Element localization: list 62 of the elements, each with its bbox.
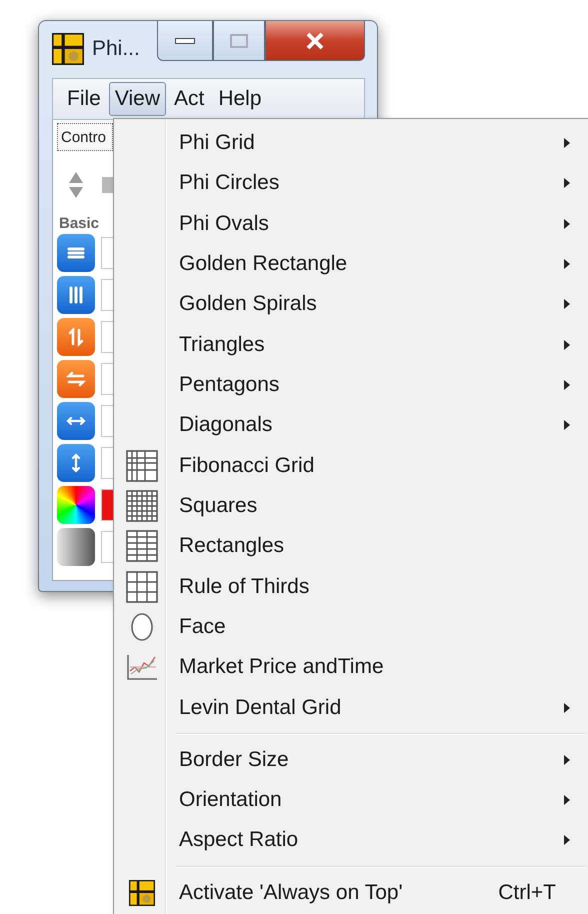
menu-item[interactable]: Face bbox=[116, 606, 588, 648]
menu-item[interactable]: Phi Ovals bbox=[116, 204, 588, 244]
submenu-arrow-icon bbox=[564, 138, 570, 148]
menu-item[interactable]: Aspect Ratio bbox=[116, 820, 588, 861]
menu-title[interactable]: Act bbox=[168, 82, 210, 116]
minimize-icon bbox=[175, 38, 195, 44]
window-title: Phi... bbox=[92, 37, 140, 61]
close-icon bbox=[305, 32, 325, 50]
grid-icon bbox=[126, 530, 158, 562]
submenu-arrow-icon bbox=[564, 218, 570, 229]
menu-item[interactable]: Rule of Thirds bbox=[116, 566, 588, 607]
vertical-arrows-icon[interactable] bbox=[57, 318, 95, 356]
menu-item[interactable]: Golden Rectangle bbox=[116, 244, 588, 284]
maximize-icon bbox=[230, 34, 248, 48]
submenu-arrow-icon bbox=[564, 420, 570, 430]
menu-item[interactable]: Diagonals bbox=[116, 405, 588, 446]
menu-item[interactable]: Border Size bbox=[116, 740, 588, 780]
head-icon bbox=[129, 612, 155, 642]
vertical-resize-icon[interactable] bbox=[57, 444, 95, 482]
submenu-arrow-icon bbox=[564, 380, 570, 390]
section-label: Basic bbox=[59, 215, 100, 232]
fibonacci-grid-icon bbox=[126, 450, 158, 482]
thirds-grid-icon bbox=[126, 570, 158, 603]
grid-icon bbox=[126, 490, 158, 522]
menu-item[interactable]: Orientation bbox=[116, 780, 588, 820]
submenu-arrow-icon bbox=[564, 795, 570, 806]
app-icon bbox=[52, 33, 84, 65]
menu-item[interactable]: Phi Circles bbox=[116, 163, 588, 204]
menu-item[interactable]: Golden Spirals bbox=[116, 284, 588, 325]
menu-item[interactable]: Rectangles bbox=[116, 526, 588, 566]
submenu-arrow-icon bbox=[564, 835, 570, 846]
menu-item[interactable]: Phi Grid bbox=[116, 123, 588, 164]
menu-item[interactable]: Activate 'Always on Top' Ctrl+T bbox=[116, 872, 588, 913]
horizontal-resize-icon[interactable] bbox=[57, 402, 95, 440]
up-down-arrows-icon bbox=[68, 171, 84, 199]
menu-title[interactable]: View bbox=[108, 82, 166, 116]
columns-icon[interactable] bbox=[57, 276, 95, 314]
minimize-button[interactable] bbox=[157, 21, 213, 61]
submenu-arrow-icon bbox=[564, 299, 570, 310]
horizontal-arrows-icon[interactable] bbox=[57, 360, 95, 398]
submenu-arrow-icon bbox=[564, 754, 570, 765]
app-icon bbox=[129, 880, 155, 906]
menu-item[interactable]: Triangles bbox=[116, 324, 588, 365]
submenu-arrow-icon bbox=[564, 178, 570, 188]
color-wheel-icon[interactable] bbox=[57, 486, 95, 524]
rows-icon[interactable] bbox=[57, 234, 95, 272]
close-button[interactable] bbox=[265, 21, 365, 61]
shortcut-label: Ctrl+T bbox=[498, 880, 556, 905]
menu-title[interactable]: Help bbox=[212, 82, 268, 116]
menu-item[interactable]: Squares bbox=[116, 486, 588, 526]
menu-item[interactable]: Market Price andTime bbox=[116, 647, 588, 688]
maximize-button[interactable] bbox=[213, 21, 265, 61]
menu-item[interactable]: Levin Dental Grid bbox=[116, 687, 588, 728]
menu-item[interactable]: Fibonacci Grid bbox=[116, 446, 588, 486]
line-chart-icon bbox=[126, 653, 158, 682]
gradient-icon[interactable] bbox=[57, 528, 95, 566]
submenu-arrow-icon bbox=[564, 702, 570, 713]
tab[interactable]: Contro bbox=[57, 123, 113, 151]
menu-title[interactable]: File bbox=[61, 82, 107, 116]
submenu-arrow-icon bbox=[564, 259, 570, 270]
submenu-arrow-icon bbox=[564, 340, 570, 350]
menu-item[interactable]: Pentagons bbox=[116, 364, 588, 406]
